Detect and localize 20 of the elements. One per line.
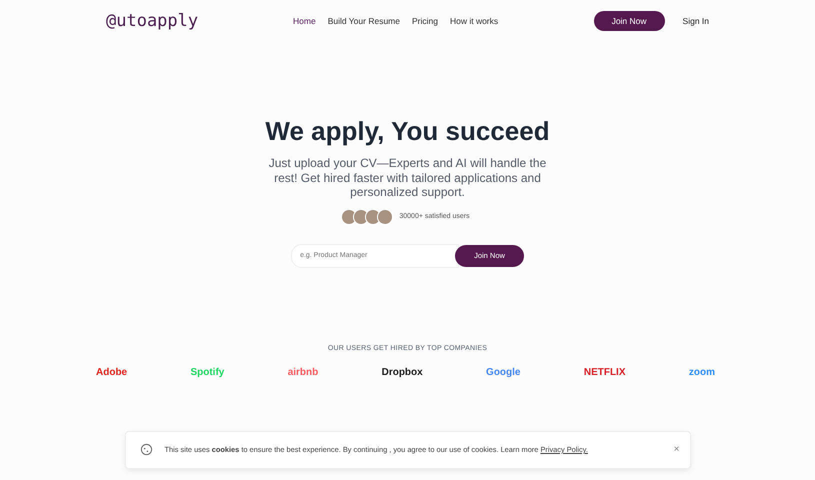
nav-link[interactable]: Pricing <box>412 16 438 26</box>
cookie-icon <box>140 443 152 456</box>
company-logo: Spotify <box>190 366 224 378</box>
company-logo: airbnb <box>288 366 318 378</box>
join-now-button[interactable]: Join Now <box>594 11 665 31</box>
hero-subtitle: Just upload your CV—Experts and AI will handle the rest! Get hired faster with tailored applications and personalized support. <box>268 156 548 200</box>
company-logo: Adobe <box>96 366 128 378</box>
nav-link[interactable]: How it works <box>450 16 498 26</box>
sign-in-link[interactable]: Sign In <box>682 16 709 26</box>
nav-link[interactable]: Build Your Resume <box>328 16 400 26</box>
avatar-circle <box>377 208 394 224</box>
nav-link[interactable]: Home <box>293 16 316 26</box>
company-logo: Dropbox <box>382 366 423 378</box>
company-logo: Google <box>486 366 520 378</box>
avatar-circle <box>341 208 358 224</box>
company-logo: NETFLIX <box>584 366 626 378</box>
company-logo: zoom <box>688 366 715 378</box>
close-button[interactable]: × <box>674 444 680 455</box>
logo[interactable]: @utoapply <box>106 11 293 31</box>
hero-title: We apply, You succeed <box>265 116 550 147</box>
